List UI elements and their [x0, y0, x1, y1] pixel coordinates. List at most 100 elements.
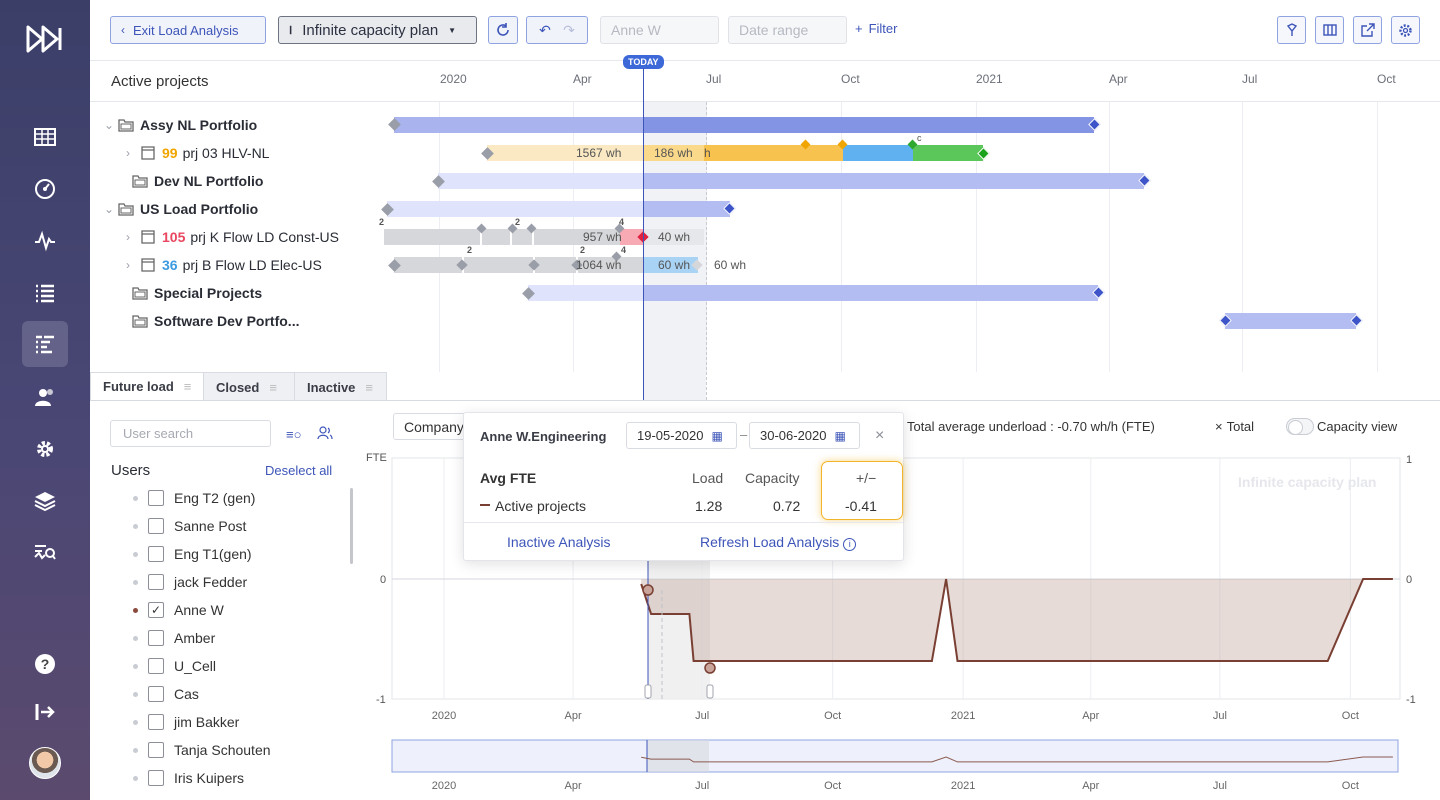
- popover-divider: [464, 522, 903, 523]
- task-count: 36: [162, 257, 178, 273]
- user-row[interactable]: Iris Kuipers: [133, 768, 244, 788]
- range-start-point[interactable]: [642, 584, 654, 596]
- gantt-bar[interactable]: [644, 117, 1094, 133]
- gantt-row-dev-nl[interactable]: Dev NL Portfolio: [118, 171, 263, 191]
- user-checkbox[interactable]: [148, 658, 164, 674]
- chevron-right-icon[interactable]: ›: [126, 258, 140, 272]
- user-checkbox[interactable]: [148, 490, 164, 506]
- refresh-button[interactable]: [488, 16, 518, 44]
- user-row[interactable]: Eng T1(gen): [133, 544, 252, 564]
- user-row[interactable]: Amber: [133, 628, 215, 648]
- exit-load-analysis-button[interactable]: ‹ Exit Load Analysis: [110, 16, 266, 44]
- dashboard-gauge-icon[interactable]: [22, 166, 68, 212]
- gantt-bar[interactable]: [704, 145, 843, 161]
- gantt-row-us-load[interactable]: ⌄ US Load Portfolio: [104, 199, 258, 219]
- user-row[interactable]: Tanja Schouten: [133, 740, 271, 760]
- tab-closed[interactable]: Closed ≡: [203, 372, 295, 401]
- user-checkbox[interactable]: [148, 742, 164, 758]
- user-checkbox[interactable]: [148, 714, 164, 730]
- user-search-input[interactable]: User search: [110, 420, 271, 447]
- scrollbar[interactable]: [350, 488, 353, 564]
- navigator-tick-label: 2021: [951, 780, 975, 792]
- gantt-bar[interactable]: [843, 145, 913, 161]
- x-tick-label: Apr: [1082, 710, 1099, 722]
- deselect-all-link[interactable]: Deselect all: [265, 463, 332, 478]
- gantt-bar[interactable]: [1225, 313, 1356, 329]
- gantt-bar[interactable]: [438, 173, 644, 189]
- gantt-row-prjB[interactable]: › 36 prj B Flow LD Elec-US: [126, 255, 322, 275]
- total-toggle[interactable]: × Total: [1215, 419, 1254, 434]
- user-checkbox[interactable]: [148, 770, 164, 786]
- gantt-row-prj03[interactable]: › 99 prj 03 HLV-NL: [126, 143, 269, 163]
- gantt-row-prjK[interactable]: › 105 prj K Flow LD Const-US: [126, 227, 339, 247]
- inactive-analysis-link[interactable]: Inactive Analysis: [507, 534, 611, 550]
- gantt-bar[interactable]: [644, 201, 730, 217]
- plan-dropdown[interactable]: Ⅰ Infinite capacity plan ▼: [278, 16, 477, 44]
- group-users-icon[interactable]: [317, 426, 333, 443]
- user-checkbox[interactable]: ✓: [148, 602, 164, 618]
- sort-list-icon[interactable]: ≡○: [286, 427, 301, 442]
- capacity-view-toggle[interactable]: [1286, 418, 1314, 435]
- gantt-row-special[interactable]: Special Projects: [118, 283, 262, 303]
- filter-button[interactable]: + Filter: [855, 21, 897, 36]
- row-active-projects: Active projects: [495, 498, 587, 514]
- date-to-input[interactable]: 30-06-2020 ▦: [749, 422, 860, 449]
- gantt-bar[interactable]: [913, 145, 983, 161]
- user-row[interactable]: Eng T2 (gen): [133, 488, 255, 508]
- user-checkbox[interactable]: [148, 686, 164, 702]
- tab-inactive[interactable]: Inactive ≡: [294, 372, 387, 401]
- date-from-input[interactable]: 19-05-2020 ▦: [626, 422, 737, 449]
- user-checkbox[interactable]: [148, 546, 164, 562]
- undo-icon[interactable]: ↶: [539, 22, 551, 39]
- gantt-bar[interactable]: [644, 285, 1098, 301]
- export-button[interactable]: [1353, 16, 1382, 44]
- user-row[interactable]: jack Fedder: [133, 572, 247, 592]
- chevron-right-icon[interactable]: ›: [126, 230, 140, 244]
- gantt-row-assy-nl[interactable]: ⌄ Assy NL Portfolio: [104, 115, 257, 135]
- gantt-bar[interactable]: [394, 117, 644, 133]
- settings-gear-icon[interactable]: [22, 426, 68, 472]
- gantt-bar[interactable]: [387, 201, 644, 217]
- layers-icon[interactable]: [22, 478, 68, 524]
- user-row[interactable]: Cas: [133, 684, 199, 704]
- gantt-icon[interactable]: [22, 321, 68, 367]
- avatar[interactable]: [29, 747, 61, 779]
- range-end-point[interactable]: [704, 662, 716, 674]
- gantt-bar[interactable]: [528, 285, 644, 301]
- range-handle-right[interactable]: [706, 684, 714, 699]
- list-icon[interactable]: [22, 270, 68, 316]
- users-icon[interactable]: [22, 374, 68, 420]
- close-icon[interactable]: ×: [875, 427, 884, 445]
- gantt-bar[interactable]: [644, 173, 1144, 189]
- analysis-search-icon[interactable]: [22, 530, 68, 576]
- help-icon[interactable]: ?: [22, 641, 68, 687]
- navigator-window[interactable]: [647, 740, 709, 772]
- chevron-down-icon[interactable]: ⌄: [104, 118, 118, 132]
- user-checkbox[interactable]: [148, 630, 164, 646]
- columns-button[interactable]: [1315, 16, 1344, 44]
- hours-label: 40 wh: [658, 230, 691, 244]
- date-range-input[interactable]: Date range: [728, 16, 847, 44]
- navigator[interactable]: [391, 739, 1399, 773]
- company-select[interactable]: Company: [393, 413, 473, 440]
- logout-icon[interactable]: [22, 689, 68, 735]
- user-checkbox[interactable]: [148, 518, 164, 534]
- settings-button[interactable]: [1391, 16, 1420, 44]
- user-filter-input[interactable]: Anne W: [600, 16, 719, 44]
- tab-future-load[interactable]: Future load ≡: [90, 372, 204, 401]
- gantt-row-software-dev[interactable]: Software Dev Portfo...: [118, 311, 299, 331]
- user-row[interactable]: ✓ Anne W: [133, 600, 224, 620]
- refresh-load-analysis-link[interactable]: Refresh Load Analysis i: [700, 534, 857, 551]
- grid-view-icon[interactable]: [22, 114, 68, 160]
- user-checkbox[interactable]: [148, 574, 164, 590]
- activity-pulse-icon[interactable]: [22, 218, 68, 264]
- user-row[interactable]: Sanne Post: [133, 516, 246, 536]
- user-row[interactable]: U_Cell: [133, 656, 216, 676]
- range-handle-left[interactable]: [644, 684, 652, 699]
- chevron-right-icon[interactable]: ›: [126, 146, 140, 160]
- chevron-down-icon[interactable]: ⌄: [104, 202, 118, 216]
- logo-icon[interactable]: [26, 24, 64, 54]
- redo-icon[interactable]: ↷: [563, 22, 575, 39]
- milestone-button[interactable]: [1277, 16, 1306, 44]
- user-row[interactable]: jim Bakker: [133, 712, 239, 732]
